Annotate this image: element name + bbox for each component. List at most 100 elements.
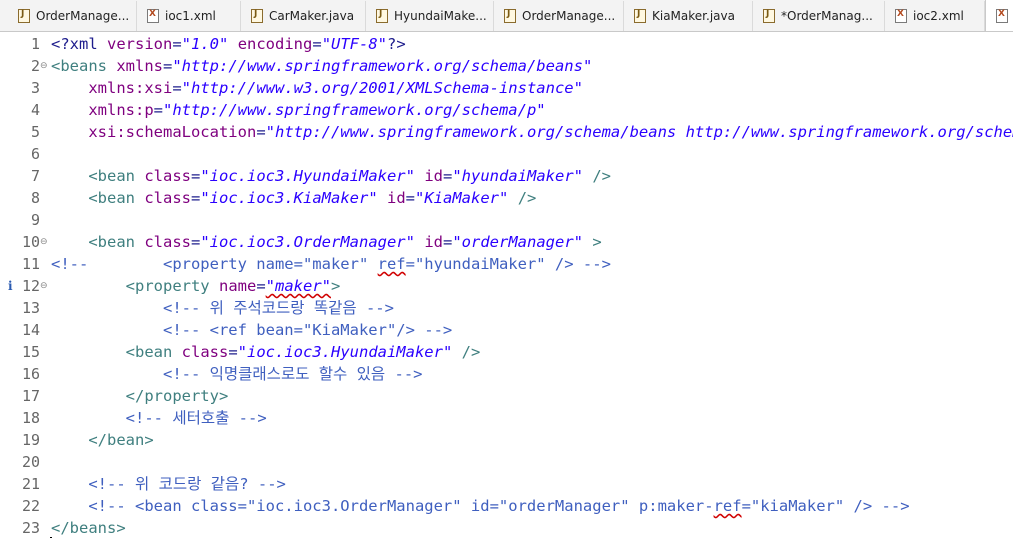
code-token: "KiaMaker" bbox=[415, 189, 509, 207]
fold-toggle-icon[interactable]: ⊖ bbox=[40, 55, 48, 77]
code-token: <bean bbox=[125, 343, 182, 361]
code-token: "hyundaiMaker" bbox=[452, 167, 583, 185]
code-text[interactable]: </bean> bbox=[51, 429, 154, 451]
code-token: "orderManager" bbox=[452, 233, 583, 251]
code-line: 2 ⊖ <beans xmlns="http://www.springframewo… bbox=[0, 55, 1013, 77]
code-text[interactable]: <!-- <ref bean="KiaMaker"/> --> bbox=[51, 319, 452, 341]
fold-toggle-icon[interactable]: ⊖ bbox=[40, 275, 48, 297]
line-number: 7 bbox=[30, 167, 40, 185]
code-token: id bbox=[424, 167, 443, 185]
code-text[interactable]: <!-- 익명클래스로도 할수 있음 --> bbox=[51, 363, 423, 385]
code-text[interactable]: </property> bbox=[51, 385, 229, 407]
code-token: ?> bbox=[387, 35, 406, 53]
code-token: "http://www.springframework.org/schema/b… bbox=[265, 123, 1013, 141]
line-number: 3 bbox=[30, 79, 40, 97]
code-text[interactable]: <!-- <bean class="ioc.ioc3.OrderManager"… bbox=[51, 495, 909, 517]
code-text[interactable]: <property name="maker"> bbox=[51, 275, 341, 297]
code-text[interactable]: xsi:schemaLocation="http://www.springfra… bbox=[51, 121, 1013, 143]
editor-tab-9[interactable]: i bbox=[985, 0, 1013, 31]
code-text[interactable]: <bean class="ioc.ioc3.OrderManager" id="… bbox=[51, 231, 601, 253]
code-token: = bbox=[228, 343, 238, 361]
editor-tab-4[interactable]: HyundaiMake... bbox=[366, 1, 494, 31]
code-token: </bean> bbox=[88, 431, 154, 449]
code-line: 19 </bean> bbox=[0, 429, 1013, 451]
code-token: xmlns:xsi bbox=[88, 79, 173, 97]
line-number: 9 bbox=[30, 211, 40, 229]
code-text[interactable]: xmlns:xsi="http://www.w3.org/2001/XMLSch… bbox=[51, 77, 583, 99]
code-token: <!-- <bean class="ioc.ioc3.OrderManager"… bbox=[88, 497, 714, 515]
code-token: xmlns:p bbox=[88, 101, 154, 119]
line-number: 21 bbox=[21, 475, 40, 493]
info-marker-icon[interactable]: i bbox=[8, 275, 13, 297]
editor-tab-label: HyundaiMake... bbox=[394, 9, 487, 23]
editor-tab-label: CarMaker.java bbox=[269, 9, 355, 23]
code-token: "ioc.ioc3.HyundaiMaker" bbox=[237, 343, 453, 361]
editor-tab-7[interactable]: *OrderManag... bbox=[753, 1, 885, 31]
xml-code-editor[interactable]: 1 <?xml version="1.0" encoding="UTF-8"?> 2… bbox=[0, 32, 1013, 538]
java-file-icon bbox=[634, 9, 646, 23]
code-token: "ioc.ioc3.KiaMaker" bbox=[200, 189, 378, 207]
line-number: 2 bbox=[30, 57, 40, 75]
code-text[interactable]: <!-- 세터호출 --> bbox=[51, 407, 267, 429]
line-number: 16 bbox=[21, 365, 40, 383]
line-number: 12 bbox=[21, 277, 40, 295]
code-text[interactable]: <bean class="ioc.ioc3.HyundaiMaker" id="… bbox=[51, 165, 611, 187]
code-text[interactable]: <!-- <property name="maker" ref="hyundai… bbox=[51, 253, 611, 275]
code-token: xsi:schemaLocation bbox=[88, 123, 257, 141]
editor-tab-3[interactable]: CarMaker.java bbox=[241, 1, 366, 31]
editor-tab-bar: OrderManage... ioc1.xml CarMaker.java Hyund… bbox=[0, 0, 1013, 32]
code-token: <bean bbox=[88, 167, 145, 185]
line-number: 15 bbox=[21, 343, 40, 361]
code-line: 20 bbox=[0, 451, 1013, 473]
line-number: 4 bbox=[30, 101, 40, 119]
code-text[interactable]: <beans xmlns="http://www.springframework… bbox=[51, 55, 592, 77]
code-text[interactable]: <?xml version="1.0" encoding="UTF-8"?> bbox=[51, 33, 406, 55]
java-file-icon bbox=[763, 9, 775, 23]
code-text[interactable]: </beans> bbox=[51, 517, 126, 538]
line-number: 11 bbox=[21, 255, 40, 273]
code-text[interactable]: <!-- 위 코드랑 같음? --> bbox=[51, 473, 286, 495]
code-token: > bbox=[330, 277, 341, 295]
code-line: 18 <!-- 세터호출 --> bbox=[0, 407, 1013, 429]
code-token: "http://www.springframework.org/schema/b… bbox=[172, 57, 593, 75]
fold-toggle-icon[interactable]: ⊖ bbox=[40, 231, 48, 253]
editor-tab-1[interactable]: OrderManage... bbox=[8, 1, 137, 31]
line-number: 17 bbox=[21, 387, 40, 405]
code-token: <!-- 위 주석코드랑 똑같음 --> bbox=[51, 299, 394, 317]
code-token: = bbox=[172, 35, 182, 53]
code-token: = bbox=[153, 101, 163, 119]
editor-tab-2[interactable]: ioc1.xml bbox=[137, 1, 241, 31]
editor-tab-label: OrderManage... bbox=[522, 9, 616, 23]
editor-tab-6[interactable]: KiaMaker.java bbox=[624, 1, 753, 31]
java-file-icon bbox=[18, 9, 30, 23]
editor-tab-5[interactable]: OrderManage... bbox=[494, 1, 624, 31]
line-number: 18 bbox=[21, 409, 40, 427]
code-token: "ioc.ioc3.HyundaiMaker" bbox=[200, 167, 415, 185]
code-token: <property bbox=[125, 277, 219, 295]
code-token: <!-- <property name="maker" bbox=[51, 255, 378, 273]
code-token: = bbox=[443, 167, 453, 185]
code-text[interactable]: <!-- 위 주석코드랑 똑같음 --> bbox=[51, 297, 394, 319]
code-token: <!-- 세터호출 --> bbox=[125, 409, 267, 427]
code-token: "http://www.springframework.org/schema/p… bbox=[163, 101, 546, 119]
code-line: 11 <!-- <property name="maker" ref="hyund… bbox=[0, 253, 1013, 275]
code-line: 22 <!-- <bean class="ioc.ioc3.OrderManag… bbox=[0, 495, 1013, 517]
line-number: 6 bbox=[30, 145, 40, 163]
code-text[interactable]: xmlns:p="http://www.springframework.org/… bbox=[51, 99, 546, 121]
editor-tab-label: OrderManage... bbox=[36, 9, 130, 23]
code-text[interactable]: <bean class="ioc.ioc3.KiaMaker" id="KiaM… bbox=[51, 187, 536, 209]
code-text[interactable]: <bean class="ioc.ioc3.HyundaiMaker" /> bbox=[51, 341, 481, 363]
code-line: 1 <?xml version="1.0" encoding="UTF-8"?> bbox=[0, 33, 1013, 55]
editor-tab-8[interactable]: ioc2.xml bbox=[885, 1, 985, 31]
code-token: ="hyundaiMaker" /> --> bbox=[405, 255, 611, 273]
line-number: 5 bbox=[30, 123, 40, 141]
code-token: class bbox=[144, 233, 191, 251]
java-file-icon bbox=[376, 9, 388, 23]
